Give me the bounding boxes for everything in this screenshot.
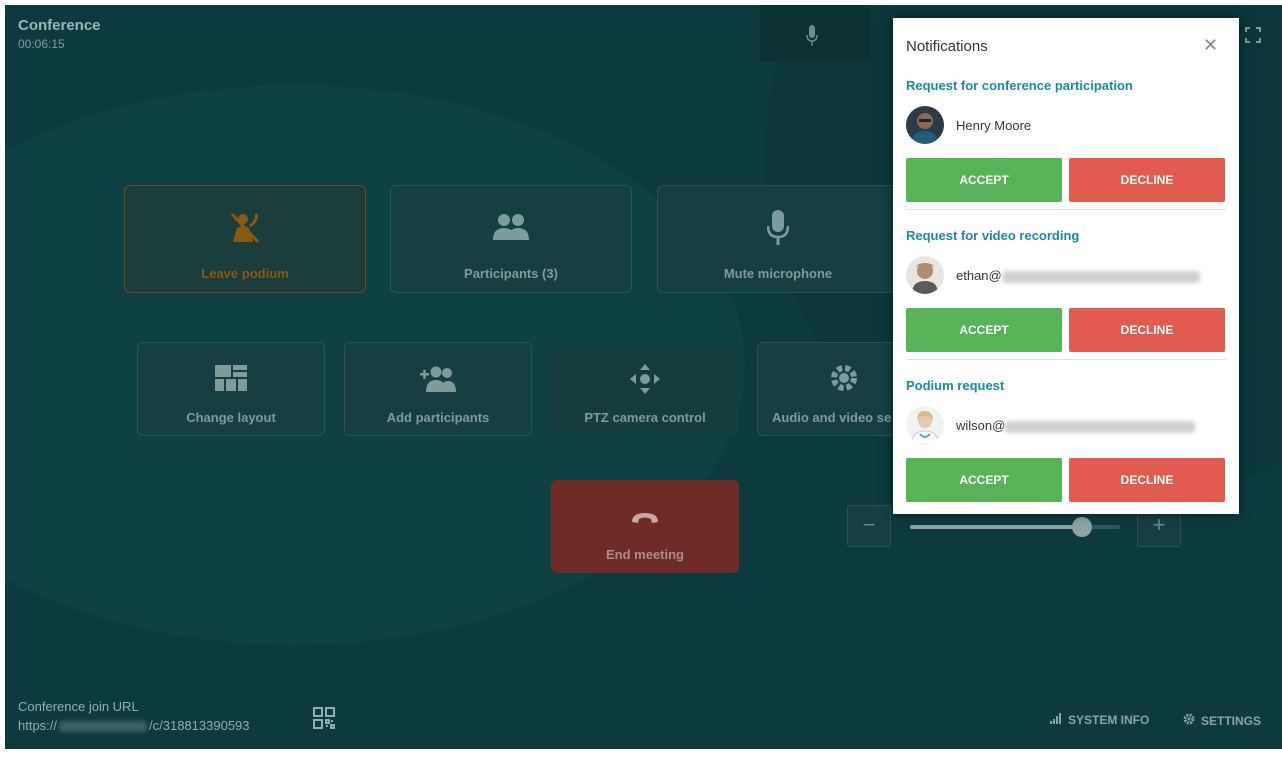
change-layout-label: Change layout <box>186 410 276 425</box>
conference-timer: 00:06:15 <box>18 37 65 51</box>
ptz-arrows-icon <box>629 363 661 398</box>
change-layout-button[interactable]: Change layout <box>137 342 325 436</box>
avatar <box>906 256 944 294</box>
gear-icon <box>1183 713 1195 728</box>
settings-label: SETTINGS <box>1201 713 1262 728</box>
request-participation-user: Henry Moore <box>956 118 1032 133</box>
system-info-button[interactable]: SYSTEM INFO <box>1050 713 1149 727</box>
participants-icon <box>492 212 530 245</box>
join-url-prefix: https:// <box>18 718 58 733</box>
join-url[interactable]: https:// /c/318813390593 <box>18 718 250 733</box>
qr-code-icon[interactable] <box>313 707 335 734</box>
system-info-label: SYSTEM INFO <box>1068 713 1150 727</box>
audio-video-settings-button[interactable]: Audio and video se <box>757 342 907 436</box>
zoom-slider[interactable] <box>910 517 1120 537</box>
avatar <box>906 106 944 144</box>
mute-microphone-button[interactable]: Mute microphone <box>657 185 899 293</box>
decline-participation-button[interactable]: DECLINE <box>1069 158 1225 202</box>
participants-label: Participants (3) <box>464 266 558 281</box>
redacted-host <box>59 721 148 733</box>
settings-button[interactable]: SETTINGS <box>1183 713 1261 728</box>
avatar <box>906 406 944 444</box>
request-participation-title: Request for conference participation <box>906 78 1133 93</box>
fullscreen-icon[interactable] <box>1245 27 1261 48</box>
signal-bars-icon <box>1050 713 1062 727</box>
end-meeting-label: End meeting <box>605 547 684 562</box>
hang-up-phone-icon <box>630 511 660 528</box>
leave-podium-button[interactable]: Leave podium <box>124 185 366 293</box>
podium-request-title: Podium request <box>906 378 1005 393</box>
request-recording-user: ethan@ <box>956 268 1200 283</box>
microphone-icon <box>806 25 818 52</box>
decline-podium-button[interactable]: DECLINE <box>1069 458 1225 502</box>
accept-podium-button[interactable]: ACCEPT <box>906 458 1062 502</box>
podium-request-user-name: wilson@ <box>956 418 1006 433</box>
settings-gear-icon <box>829 363 859 396</box>
ptz-camera-control-label: PTZ camera control <box>584 410 706 425</box>
redacted-email-domain <box>1001 270 1200 283</box>
add-participants-icon <box>420 365 456 396</box>
conference-screen: Conference 00:06:15 Leave podium Partici… <box>5 5 1282 749</box>
microphone-icon <box>766 210 790 249</box>
add-participants-button[interactable]: Add participants <box>344 342 532 436</box>
ptz-camera-control-button[interactable]: PTZ camera control <box>551 342 739 436</box>
end-meeting-button[interactable]: End meeting <box>551 480 739 573</box>
leave-podium-label: Leave podium <box>201 266 289 281</box>
layout-grid-icon <box>215 365 247 394</box>
accept-recording-button[interactable]: ACCEPT <box>906 308 1062 352</box>
join-url-suffix: /c/318813390593 <box>149 718 250 733</box>
notifications-title: Notifications <box>906 38 988 55</box>
join-url-label: Conference join URL <box>18 699 139 714</box>
zoom-out-button[interactable]: − <box>847 505 891 547</box>
mute-microphone-label: Mute microphone <box>723 266 833 281</box>
redacted-email-domain <box>1005 420 1196 433</box>
conference-title: Conference <box>18 17 101 34</box>
request-recording-user-name: ethan@ <box>956 268 1002 283</box>
divider <box>906 359 1226 360</box>
audio-video-settings-label: Audio and video se <box>772 410 892 425</box>
notifications-panel: Notifications ✕ Request for conference p… <box>893 18 1239 514</box>
request-recording-title: Request for video recording <box>906 228 1080 243</box>
zoom-slider-handle[interactable] <box>1072 517 1093 537</box>
participants-button[interactable]: Participants (3) <box>390 185 632 293</box>
zoom-slider-fill <box>910 525 1083 529</box>
add-participants-label: Add participants <box>386 410 490 425</box>
top-microphone-button[interactable] <box>760 5 870 61</box>
divider <box>906 209 1226 210</box>
accept-participation-button[interactable]: ACCEPT <box>906 158 1062 202</box>
decline-recording-button[interactable]: DECLINE <box>1069 308 1225 352</box>
podium-request-user: wilson@ <box>956 418 1196 433</box>
leave-podium-icon <box>228 212 262 247</box>
close-icon[interactable]: ✕ <box>1203 36 1218 54</box>
